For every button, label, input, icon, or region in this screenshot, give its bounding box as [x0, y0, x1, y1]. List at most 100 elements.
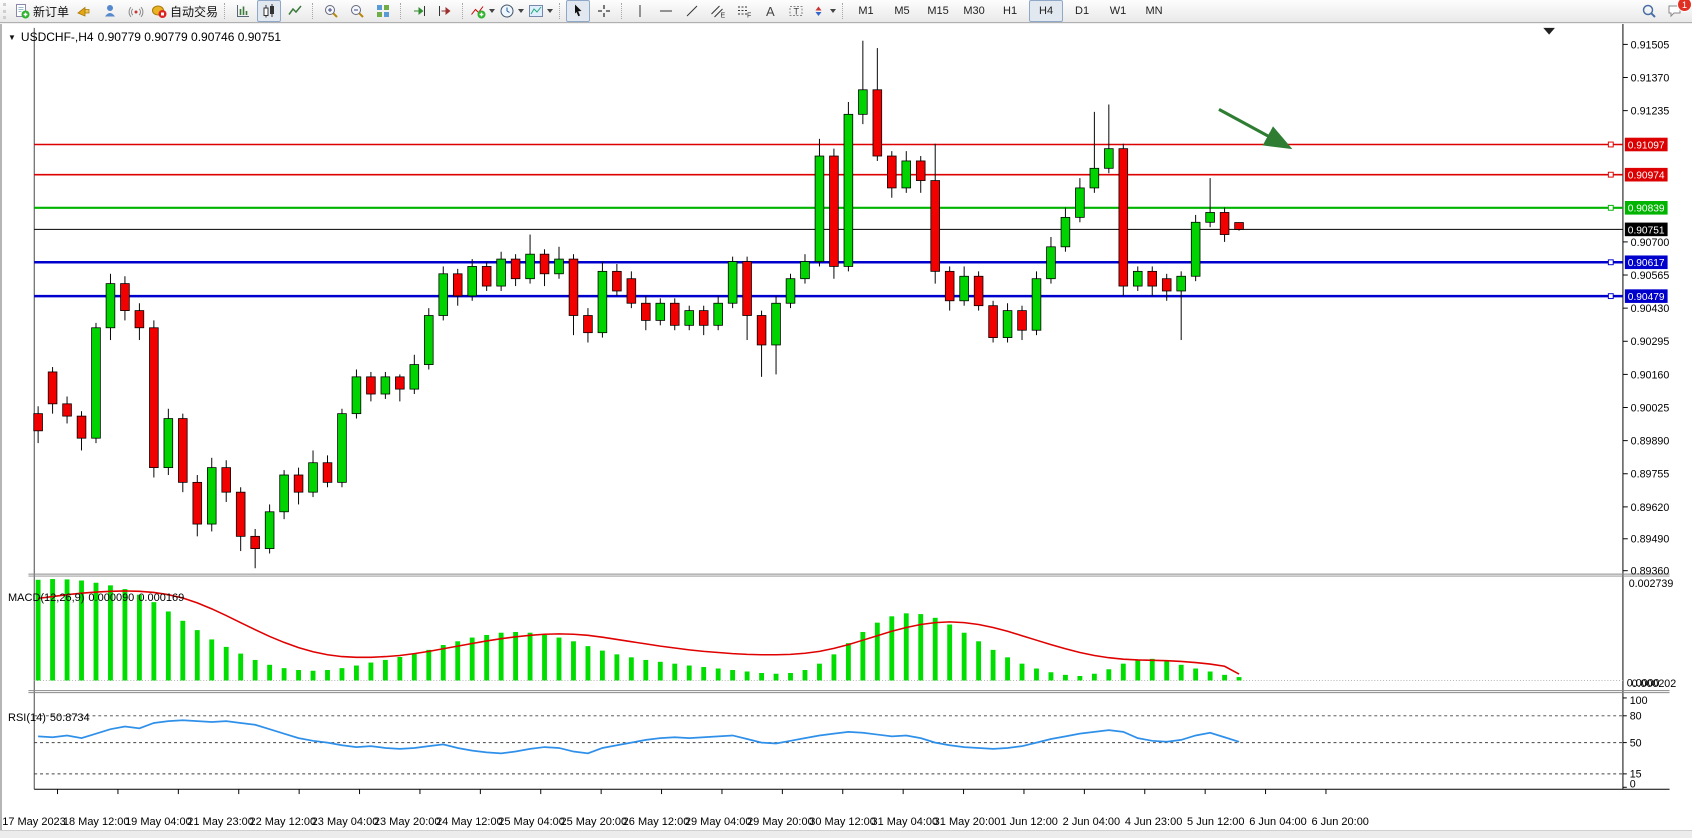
macd-histogram-bar	[1005, 657, 1010, 680]
candle	[1047, 247, 1056, 279]
chart-plot[interactable]: 0.915050.913700.912350.907000.905650.904…	[2, 24, 1692, 830]
timeframe-button-h4[interactable]: H4	[1029, 0, 1063, 22]
fibonacci-icon: F	[736, 3, 752, 19]
macd-histogram-bar	[368, 663, 373, 681]
rsi-tick-label: 0	[1630, 778, 1636, 790]
signals-button[interactable]	[124, 0, 148, 22]
candle	[178, 419, 187, 483]
crosshair-button[interactable]	[592, 0, 616, 22]
templates-button[interactable]	[527, 0, 554, 22]
price-tick-label: 0.90700	[1631, 237, 1670, 249]
candle	[916, 161, 925, 181]
line-handle[interactable]	[1608, 260, 1613, 265]
line-chart-button[interactable]	[283, 0, 307, 22]
line-handle[interactable]	[1608, 142, 1613, 147]
candle	[468, 266, 477, 295]
candle	[584, 316, 593, 333]
time-axis-label: 1 Jun 12:00	[1000, 816, 1058, 828]
rsi-panel: 1008050150	[34, 695, 1647, 791]
timeframe-button-m30[interactable]: M30	[957, 0, 991, 22]
timeframe-button-d1[interactable]: D1	[1065, 0, 1099, 22]
line-handle[interactable]	[1608, 205, 1613, 210]
timeframe-button-mn[interactable]: MN	[1137, 0, 1171, 22]
candle	[1235, 223, 1244, 230]
signal-waves-icon	[128, 3, 144, 19]
candle	[1191, 222, 1200, 276]
candle	[453, 274, 462, 296]
horizontal-line-button[interactable]	[654, 0, 678, 22]
timeframe-button-m5[interactable]: M5	[885, 0, 919, 22]
timeframe-button-m15[interactable]: M15	[921, 0, 955, 22]
line-handle[interactable]	[1608, 294, 1613, 299]
price-tick-label: 0.90430	[1631, 303, 1670, 315]
bar-chart-button[interactable]	[231, 0, 255, 22]
macd-histogram-bar	[513, 632, 518, 680]
auto-scroll-button[interactable]	[407, 0, 431, 22]
toolbar-separator	[559, 3, 561, 19]
chart-shift-marker-icon[interactable]	[1543, 28, 1555, 35]
macd-histogram-bar	[774, 674, 779, 681]
fibonacci-button[interactable]: F	[732, 0, 756, 22]
indicators-button[interactable]	[469, 0, 496, 22]
candle	[873, 90, 882, 156]
price-tick-label: 0.90565	[1631, 270, 1670, 282]
candle	[497, 259, 506, 286]
time-axis-label: 26 May 12:00	[623, 816, 690, 828]
candlestick-chart-icon	[261, 3, 277, 19]
toolbar-separator	[224, 3, 226, 19]
search-icon	[1641, 3, 1657, 19]
new-order-button[interactable]: 新订单	[13, 0, 70, 22]
macd-histogram-bar	[296, 670, 301, 680]
candle	[1148, 271, 1157, 286]
notifications-button[interactable]: 1	[1663, 0, 1687, 22]
metaquotes-horn-button[interactable]	[72, 0, 96, 22]
price-tick-label: 0.89755	[1631, 469, 1670, 481]
trader-icon	[102, 3, 118, 19]
timeframe-button-m1[interactable]: M1	[849, 0, 883, 22]
candle	[92, 328, 101, 438]
zoom-out-button[interactable]	[345, 0, 369, 22]
macd-histogram-bar	[557, 638, 562, 681]
candlestick-chart-button[interactable]	[257, 0, 281, 22]
collapse-triangle-icon[interactable]: ▼	[8, 33, 16, 42]
toolbar-separator	[621, 3, 623, 19]
periods-button[interactable]	[498, 0, 525, 22]
dropdown-caret-icon	[547, 9, 553, 13]
candle	[135, 311, 144, 328]
macd-histogram-bar	[889, 616, 894, 680]
text-button[interactable]: A	[758, 0, 782, 22]
auto-trading-button[interactable]: 自动交易	[150, 0, 219, 22]
text-label-button[interactable]: T	[784, 0, 808, 22]
candle	[367, 377, 376, 394]
candle	[656, 303, 665, 320]
bar-chart-icon	[235, 3, 251, 19]
timeframe-button-h1[interactable]: H1	[993, 0, 1027, 22]
candle	[294, 475, 303, 492]
vertical-line-button[interactable]	[628, 0, 652, 22]
equidistant-channel-button[interactable]: E	[706, 0, 730, 22]
line-handle[interactable]	[1608, 172, 1613, 177]
chart-window[interactable]: 0.915050.913700.912350.907000.905650.904…	[0, 24, 1692, 830]
cursor-button[interactable]	[566, 0, 590, 22]
template-icon	[528, 3, 544, 19]
annotation-arrow[interactable]	[1219, 109, 1287, 146]
macd-histogram-bar	[600, 651, 605, 681]
candle	[887, 156, 896, 188]
market-button[interactable]	[98, 0, 122, 22]
macd-histogram-bar	[166, 611, 171, 680]
candle	[627, 279, 636, 304]
search-button[interactable]	[1637, 0, 1661, 22]
candle	[540, 254, 549, 274]
arrows-button[interactable]	[810, 0, 837, 22]
chart-shift-button[interactable]	[433, 0, 457, 22]
zoom-in-button[interactable]	[319, 0, 343, 22]
price-tick-label: 0.90160	[1631, 369, 1670, 381]
candle	[149, 328, 158, 468]
candle	[1133, 271, 1142, 286]
trendline-button[interactable]	[680, 0, 704, 22]
timeframe-button-w1[interactable]: W1	[1101, 0, 1135, 22]
vertical-line-icon	[632, 3, 648, 19]
tile-windows-button[interactable]	[371, 0, 395, 22]
macd-signal-value: 0.000169	[138, 592, 184, 604]
macd-histogram-bar	[976, 641, 981, 680]
